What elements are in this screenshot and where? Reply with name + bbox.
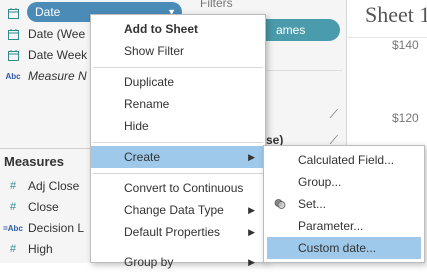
field-label: Date (Wee [28,27,86,41]
menu-item-rename[interactable]: Rename [91,93,265,115]
menu-item-label: Group by [124,255,174,269]
abc-icon: Abc [5,71,21,81]
field-label: Close [28,200,59,214]
menu-separator [93,142,263,143]
chevron-right-icon: ▶ [248,226,255,237]
menu-item-group-by[interactable]: Group by ▶ [91,251,265,273]
calendar-icon [6,48,20,62]
menu-item-label: Add to Sheet [124,22,198,36]
menu-item-add-to-sheet[interactable]: Add to Sheet [91,18,265,40]
menu-item-create[interactable]: Create ▶ [91,146,265,168]
field-label: Adj Close [28,179,80,193]
chevron-right-icon: ▶ [248,204,255,215]
menu-item-hide[interactable]: Hide [91,115,265,137]
y-axis-tick: $140 [392,38,419,52]
field-label: Decision L [28,221,85,235]
menu-item-convert-continuous[interactable]: Convert to Continuous [91,177,265,199]
submenu-item-group[interactable]: Group... [264,171,424,193]
menu-item-label: Show Filter [124,44,185,58]
field-decision[interactable]: =Abc Decision L [0,217,84,239]
submenu-item-label: Custom date... [298,241,377,255]
chevron-right-icon: ▶ [248,151,255,162]
menu-item-label: Create [124,150,161,164]
submenu-item-label: Parameter... [298,219,364,233]
menu-separator [93,173,263,174]
menu-item-show-filter[interactable]: Show Filter [91,40,265,62]
hash-icon: # [9,180,17,192]
hash-icon: # [9,201,17,213]
submenu-item-custom-date[interactable]: Custom date... [267,237,421,259]
set-icon [274,199,286,209]
menu-separator [93,67,263,68]
field-date-week-2[interactable]: Date Week [0,44,87,66]
menu-item-duplicate[interactable]: Duplicate [91,71,265,93]
submenu-item-label: Group... [298,175,342,189]
abc-hash-icon: =Abc [3,223,23,233]
menu-item-label: Rename [124,97,170,111]
chevron-right-icon: ▶ [248,256,255,267]
pill-label: ames [276,23,306,37]
field-date-week-1[interactable]: Date (Wee [0,23,85,45]
calendar-icon [6,27,20,41]
create-submenu: Calculated Field... Group... Set... Para… [263,145,425,263]
y-axis-tick: $120 [392,111,419,125]
submenu-item-parameter[interactable]: Parameter... [264,215,424,237]
menu-item-label: Change Data Type [124,203,224,217]
field-measure-names[interactable]: Abc Measure N [0,65,87,87]
field-high[interactable]: # High [0,238,53,260]
field-date[interactable] [0,2,28,24]
menu-item-default-properties[interactable]: Default Properties ▶ [91,221,265,243]
field-close[interactable]: # Close [0,196,59,218]
submenu-item-calculated-field[interactable]: Calculated Field... [264,149,424,171]
field-label: High [28,242,53,256]
sheet-title: Sheet 1 [365,2,427,27]
field-date-label: Date [35,5,61,19]
calendar-icon [6,6,20,20]
menu-item-label: Duplicate [124,75,175,89]
menu-item-label: Hide [124,119,149,133]
submenu-item-label: Calculated Field... [298,153,395,167]
submenu-item-set[interactable]: Set... [264,193,424,215]
filters-label: Filters [200,0,233,10]
menu-item-change-data-type[interactable]: Change Data Type ▶ [91,199,265,221]
menu-item-label: Default Properties [124,225,221,239]
field-adj-close[interactable]: # Adj Close [0,175,79,197]
measures-header: Measures [4,154,64,169]
hash-icon: # [9,243,17,255]
field-label: Measure N [28,69,87,83]
context-menu: Add to Sheet Show Filter Duplicate Renam… [90,14,266,269]
line-mark-icon[interactable]: ⟋ [330,107,338,122]
menu-item-label: Convert to Continuous [124,181,244,195]
field-label: Date Week [28,48,88,62]
submenu-item-label: Set... [298,197,327,211]
